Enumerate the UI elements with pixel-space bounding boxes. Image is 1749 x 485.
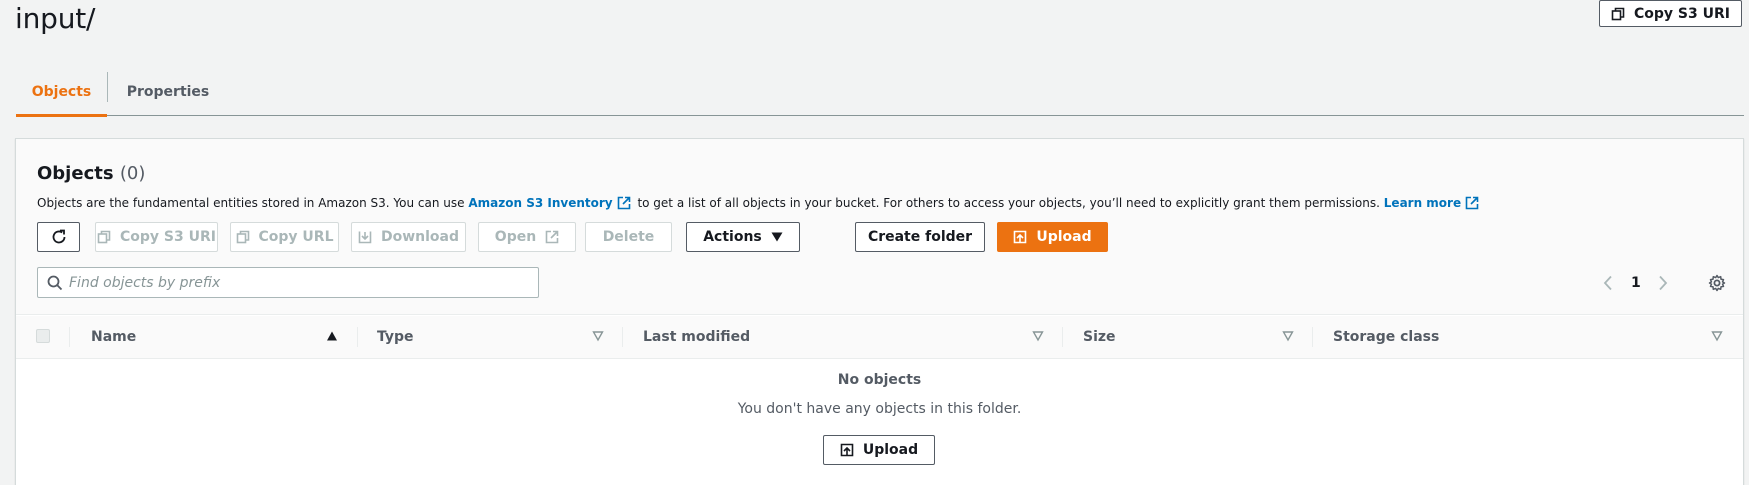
header-copy-s3-uri-button[interactable]: Copy S3 URI (1599, 0, 1742, 27)
copy-icon (1611, 7, 1625, 21)
external-link-icon (545, 230, 559, 244)
sort-icon[interactable] (1282, 330, 1294, 342)
learn-more-link[interactable]: Learn more (1384, 196, 1461, 210)
preferences-button[interactable] (1708, 269, 1726, 297)
copy-s3-uri-button[interactable]: Copy S3 URI (95, 222, 218, 252)
column-header-last-modified-label: Last modified (643, 329, 751, 345)
objects-description-text-1: Objects are the fundamental entities sto… (37, 196, 465, 210)
empty-state-upload-label: Upload (862, 442, 919, 458)
open-button[interactable]: Open (478, 222, 576, 252)
copy-url-label: Copy URL (258, 229, 334, 245)
copy-url-button[interactable]: Copy URL (230, 222, 339, 252)
create-folder-button[interactable]: Create folder (855, 222, 985, 252)
column-separator (622, 327, 623, 347)
tab-objects[interactable]: Objects (16, 68, 107, 117)
column-header-storage-class-label: Storage class (1333, 329, 1440, 345)
tab-objects-label: Objects (31, 84, 92, 100)
chevron-left-icon (1602, 275, 1614, 291)
objects-count: (0) (119, 163, 146, 184)
caret-down-icon (771, 232, 783, 242)
empty-state-description: You don't have any objects in this folde… (737, 401, 1022, 417)
column-header-size[interactable]: Size (1083, 316, 1116, 358)
upload-icon (1013, 230, 1027, 244)
tab-properties-label: Properties (126, 84, 210, 100)
upload-button[interactable]: Upload (997, 222, 1108, 252)
column-header-type-label: Type (377, 329, 414, 345)
objects-heading-title: Objects (37, 163, 114, 184)
select-all-checkbox[interactable] (36, 329, 50, 343)
sort-icon[interactable] (1711, 330, 1723, 342)
objects-container: Objects (0) Objects are the fundamental … (15, 138, 1744, 485)
open-label: Open (494, 229, 537, 245)
search-icon (47, 275, 63, 291)
empty-state-upload-button[interactable]: Upload (823, 435, 935, 465)
gear-icon (1708, 274, 1726, 292)
upload-label: Upload (1036, 229, 1092, 245)
actions-dropdown-button[interactable]: Actions (686, 222, 800, 252)
objects-description-text-2: to get a list of all objects in your buc… (637, 196, 1380, 210)
download-label: Download (380, 229, 460, 245)
column-header-storage-class[interactable]: Storage class (1333, 316, 1439, 358)
pagination-prev[interactable] (1602, 269, 1614, 297)
download-icon (358, 230, 372, 244)
delete-label: Delete (602, 229, 655, 245)
pagination-page-1[interactable]: 1 (1631, 269, 1641, 297)
search-input[interactable] (38, 268, 538, 297)
table-header: Name Type Last modified Size Storage cla… (16, 316, 1743, 359)
objects-heading: Objects (0) (37, 163, 145, 184)
pagination-next[interactable] (1657, 269, 1669, 297)
download-button[interactable]: Download (351, 222, 466, 252)
column-separator (1312, 327, 1313, 347)
column-header-type[interactable]: Type (377, 316, 414, 358)
refresh-button[interactable] (37, 222, 80, 252)
column-separator (69, 327, 70, 347)
sort-icon[interactable] (592, 330, 604, 342)
page-number: 1 (1631, 275, 1641, 291)
delete-button[interactable]: Delete (585, 222, 672, 252)
search-box (37, 267, 539, 298)
column-header-name-label: Name (91, 329, 137, 345)
external-link-icon (1465, 196, 1479, 210)
column-separator (357, 327, 358, 347)
copy-icon (97, 230, 111, 244)
empty-state-title: No objects (837, 372, 922, 388)
sort-icon[interactable] (1032, 330, 1044, 342)
create-folder-label: Create folder (867, 229, 973, 245)
chevron-right-icon (1657, 275, 1669, 291)
external-link-icon (617, 196, 631, 210)
tab-bar: Objects Properties (16, 68, 1744, 117)
objects-description: Objects are the fundamental entities sto… (37, 196, 1482, 210)
refresh-icon (51, 229, 67, 245)
column-header-last-modified[interactable]: Last modified (643, 316, 750, 358)
column-separator (1062, 327, 1063, 347)
header-copy-s3-uri-label: Copy S3 URI (1634, 5, 1730, 22)
copy-icon (236, 230, 250, 244)
column-header-name[interactable]: Name (91, 316, 136, 358)
actions-label: Actions (703, 229, 762, 245)
page-title: input/ (15, 2, 96, 35)
column-header-size-label: Size (1083, 329, 1116, 345)
copy-s3-uri-label: Copy S3 URI (120, 229, 216, 245)
tab-properties[interactable]: Properties (108, 68, 228, 116)
sort-ascending-icon[interactable] (326, 330, 338, 342)
s3-inventory-link[interactable]: Amazon S3 Inventory (468, 196, 612, 210)
upload-icon (840, 443, 854, 457)
objects-header: Objects (0) Objects are the fundamental … (16, 139, 1743, 315)
